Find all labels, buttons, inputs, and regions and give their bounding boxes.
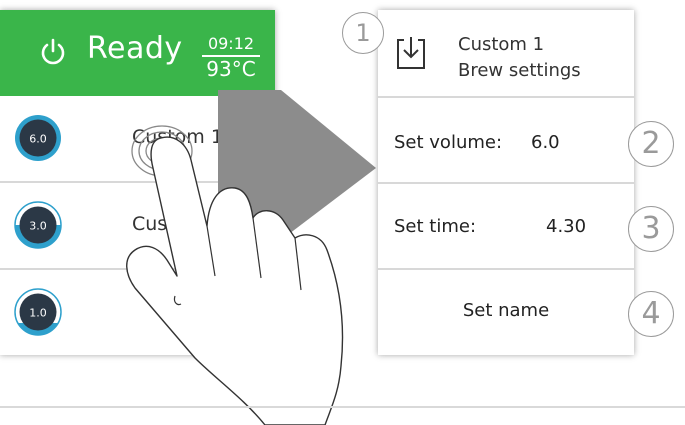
cup-icon: 3.0 — [14, 201, 62, 249]
menu-title-preset: Custom 1 — [458, 34, 545, 55]
settings-menu: Custom 1 Brew settings Set volume: 6.0 S… — [378, 10, 634, 355]
callout-4: 4 — [628, 291, 674, 337]
status-label: Ready — [87, 31, 183, 66]
set-volume-value: 6.0 — [531, 132, 560, 153]
set-time-label: Set time: — [394, 216, 477, 237]
hand-icon — [126, 125, 344, 425]
set-name-label: Set name — [462, 300, 550, 321]
menu-title-subtitle: Brew settings — [458, 60, 581, 81]
preset-volume: 3.0 — [29, 220, 47, 233]
callout-3: 3 — [628, 206, 674, 252]
temperature: 93°C — [206, 56, 256, 81]
save-icon[interactable] — [395, 35, 427, 71]
preset-volume: 6.0 — [29, 133, 47, 146]
callout-1: 1 — [342, 12, 384, 54]
menu-title: Custom 1 Brew settings — [458, 32, 581, 84]
status-bar: Ready 09:12 93°C — [0, 10, 275, 96]
clock-time: 09:12 — [207, 34, 255, 53]
cup-icon: 6.0 — [15, 115, 61, 161]
preset-volume: 1.0 — [29, 307, 47, 320]
bottom-divider — [0, 406, 685, 408]
set-volume-row[interactable]: Set volume: 6.0 — [378, 98, 634, 184]
set-name-row[interactable]: Set name — [378, 270, 634, 355]
callout-2: 2 — [628, 121, 674, 167]
set-volume-label: Set volume: — [394, 132, 503, 153]
set-time-value: 4.30 — [546, 216, 587, 237]
set-time-row[interactable]: Set time: 4.30 — [378, 184, 634, 270]
power-icon[interactable] — [40, 37, 66, 67]
cup-icon: 1.0 — [14, 288, 62, 336]
time-temperature: 09:12 93°C — [198, 35, 264, 80]
